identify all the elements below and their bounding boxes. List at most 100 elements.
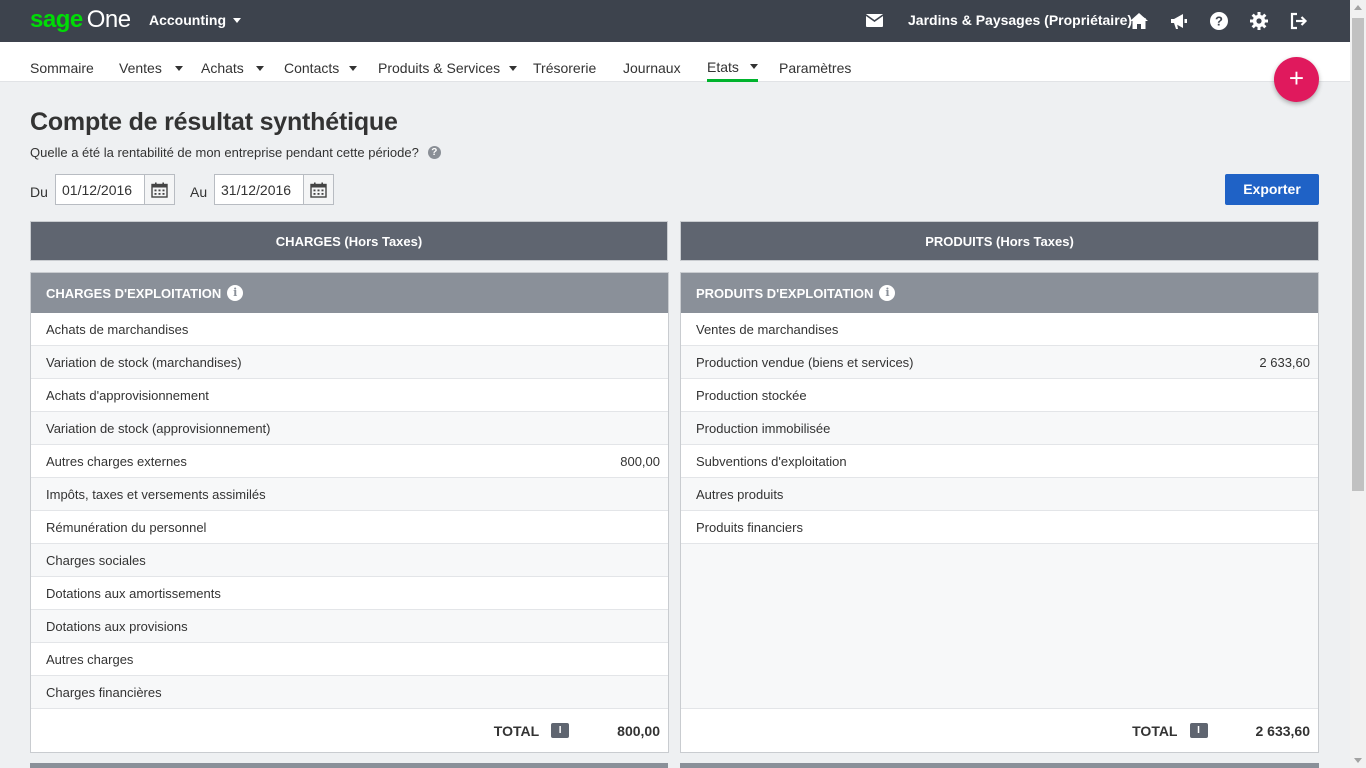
nav-journaux[interactable]: Journaux: [623, 54, 681, 82]
row-label: Production immobilisée: [696, 420, 831, 436]
chevron-down-icon: [174, 65, 183, 71]
table-row: Production immobilisée: [681, 412, 1318, 445]
brand-one: One: [86, 6, 131, 33]
chevron-down-icon: [509, 65, 518, 71]
chevron-down-icon: [233, 17, 241, 23]
nav-ventes[interactable]: Ventes: [119, 54, 183, 82]
logout-icon[interactable]: [1289, 11, 1309, 31]
quick-create-button[interactable]: +: [1274, 57, 1319, 102]
nav-sommaire[interactable]: Sommaire: [30, 54, 94, 82]
next-section-header: [680, 763, 1319, 768]
scroll-down-arrow-icon[interactable]: [1354, 758, 1362, 763]
total-value: 2 633,60: [1255, 722, 1311, 739]
table-row: Rémunération du personnel: [31, 511, 668, 544]
row-label: Autres charges externes: [46, 453, 187, 469]
produits-rows: Ventes de marchandises Production vendue …: [681, 313, 1318, 544]
table-row: Achats d'approvisionnement: [31, 379, 668, 412]
to-date-label: Au: [190, 184, 208, 200]
table-row: Charges sociales: [31, 544, 668, 577]
megaphone-icon[interactable]: [1169, 11, 1189, 31]
main-nav: Sommaire Ventes Achats Contacts Produits…: [0, 42, 1350, 82]
row-label: Production vendue (biens et services): [696, 354, 914, 370]
nav-label: Ventes: [119, 60, 162, 76]
row-label: Dotations aux provisions: [46, 618, 188, 634]
calendar-button[interactable]: [303, 175, 333, 204]
row-label: Variation de stock (marchandises): [46, 354, 242, 370]
charges-panel: CHARGES D'EXPLOITATION i Achats de march…: [30, 272, 669, 753]
svg-text:?: ?: [1215, 14, 1223, 29]
home-icon[interactable]: [1129, 11, 1149, 31]
row-label: Autres charges: [46, 651, 134, 667]
calendar-icon: [310, 182, 327, 198]
table-row: Autres produits: [681, 478, 1318, 511]
row-label: Subventions d'exploitation: [696, 453, 847, 469]
table-row: Dotations aux amortissements: [31, 577, 668, 610]
table-row: Charges financières: [31, 676, 668, 709]
nav-label: Sommaire: [30, 60, 94, 76]
brand-sage: sage: [30, 6, 83, 33]
to-date-field[interactable]: [214, 174, 334, 205]
nav-tresorerie[interactable]: Trésorerie: [533, 54, 596, 82]
gear-icon[interactable]: [1249, 11, 1269, 31]
produits-column-header: PRODUITS (Hors Taxes): [680, 221, 1319, 261]
nav-label: Contacts: [284, 60, 340, 76]
page-title: Compte de résultat synthétique: [30, 108, 398, 136]
help-icon[interactable]: ?: [1209, 11, 1229, 31]
total-label: TOTAL: [1132, 722, 1178, 739]
row-label: Variation de stock (approvisionnement): [46, 420, 271, 436]
row-label: Ventes de marchandises: [696, 321, 839, 337]
produits-section-header: PRODUITS D'EXPLOITATION i: [681, 273, 1318, 313]
nav-label: Paramètres: [779, 60, 852, 76]
chevron-down-icon: [749, 64, 758, 69]
calendar-icon: [151, 182, 168, 198]
table-row: Ventes de marchandises: [681, 313, 1318, 346]
produits-panel: PRODUITS D'EXPLOITATION i Ventes de marc…: [680, 272, 1319, 753]
row-label: Rémunération du personnel: [46, 519, 207, 535]
table-row: Autres charges: [31, 643, 668, 676]
row-label: Impôts, taxes et versements assimilés: [46, 486, 266, 502]
mail-icon[interactable]: [866, 14, 883, 27]
company-switcher[interactable]: Jardins & Paysages (Propriétaire): [908, 12, 1147, 28]
app-switcher[interactable]: Accounting: [149, 12, 241, 28]
row-label: Dotations aux amortissements: [46, 585, 221, 601]
nav-achats[interactable]: Achats: [201, 54, 264, 82]
to-date-input[interactable]: [215, 175, 303, 204]
row-label: Charges financières: [46, 684, 162, 700]
subtitle-text: Quelle a été la rentabilité de mon entre…: [30, 145, 419, 160]
nav-contacts[interactable]: Contacts: [284, 54, 358, 82]
calendar-button[interactable]: [144, 175, 174, 204]
from-date-input[interactable]: [56, 175, 144, 204]
total-details-badge[interactable]: I: [551, 723, 570, 738]
table-row: Variation de stock (marchandises): [31, 346, 668, 379]
scroll-up-arrow-icon[interactable]: [1354, 5, 1362, 10]
page-subtitle: Quelle a été la rentabilité de mon entre…: [30, 145, 441, 160]
top-bar: sage One Accounting Jardins & Paysages (P…: [0, 0, 1350, 42]
info-icon[interactable]: i: [227, 285, 244, 301]
nav-parametres[interactable]: Paramètres: [779, 54, 851, 82]
nav-label: Produits & Services: [378, 60, 501, 76]
total-details-badge[interactable]: I: [1189, 723, 1208, 738]
row-label: Achats d'approvisionnement: [46, 387, 209, 403]
info-icon[interactable]: i: [879, 285, 896, 301]
row-label: Produits financiers: [696, 519, 803, 535]
chevron-down-icon: [255, 65, 264, 71]
charges-total-row: TOTAL I 800,00: [31, 709, 668, 752]
page-scrollbar[interactable]: [1350, 0, 1366, 768]
total-value: 800,00: [617, 722, 660, 739]
table-row: Variation de stock (approvisionnement): [31, 412, 668, 445]
nav-produits-services[interactable]: Produits & Services: [378, 54, 518, 82]
table-row: Subventions d'exploitation: [681, 445, 1318, 478]
sage-one-logo[interactable]: sage One: [30, 5, 131, 35]
nav-etats[interactable]: Etats: [707, 54, 758, 82]
table-row: Autres charges externes 800,00: [31, 445, 668, 478]
question-circle-icon[interactable]: ?: [427, 146, 441, 159]
nav-label: Etats: [707, 58, 739, 75]
table-row: Production stockée: [681, 379, 1318, 412]
row-value: 2 633,60: [1259, 354, 1310, 370]
export-button[interactable]: Exporter: [1225, 174, 1319, 205]
app-name: Accounting: [149, 12, 226, 28]
scrollbar-thumb[interactable]: [1352, 18, 1364, 491]
chevron-down-icon: [349, 65, 358, 71]
from-date-field[interactable]: [55, 174, 175, 205]
charges-section-header: CHARGES D'EXPLOITATION i: [31, 273, 668, 313]
